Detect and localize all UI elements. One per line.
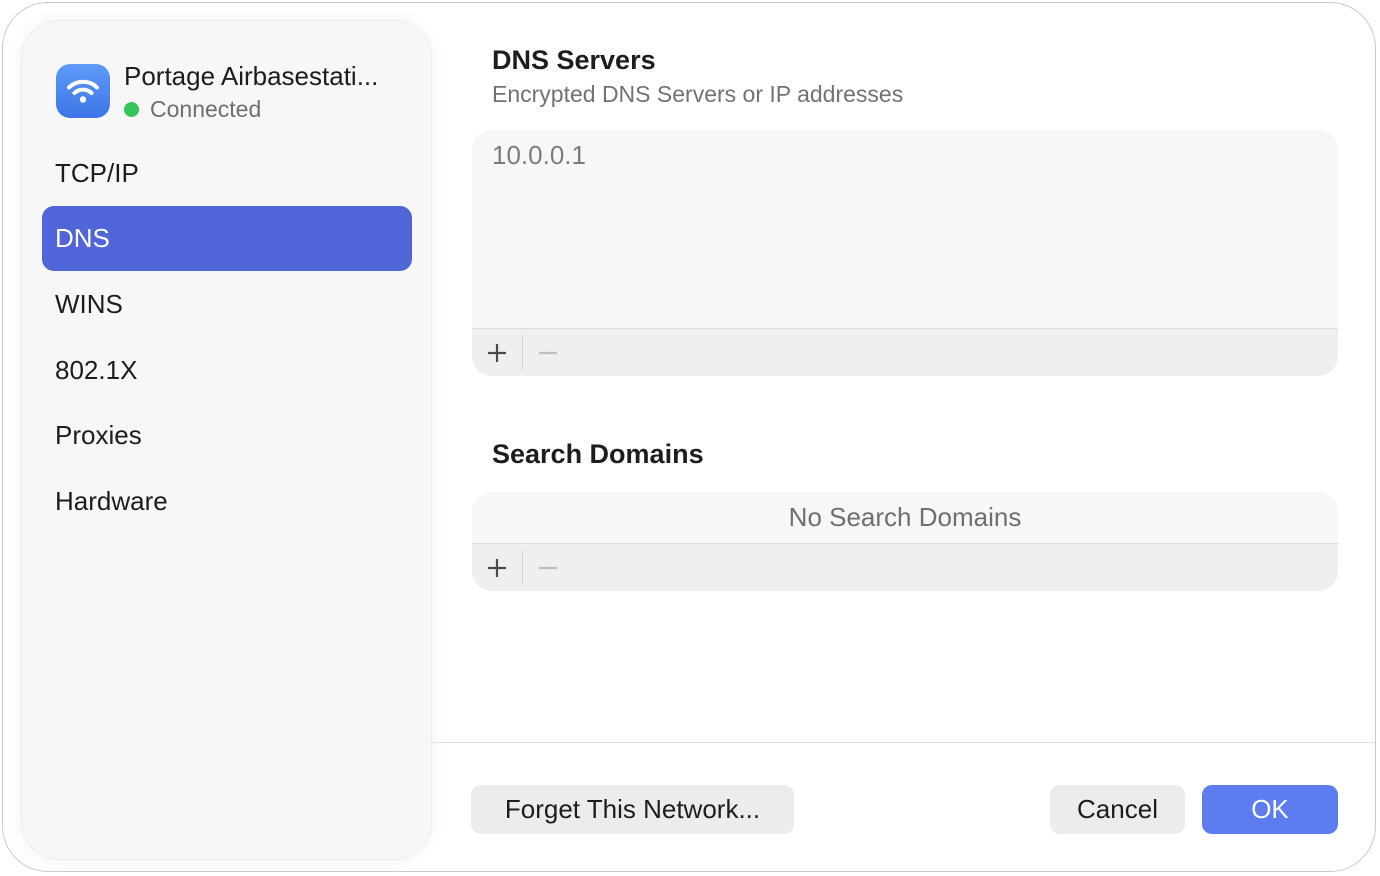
dns-settings-panel: DNS Servers Encrypted DNS Servers or IP …	[3, 3, 1375, 871]
remove-search-domain-button[interactable]	[523, 544, 573, 591]
dns-servers-title: DNS Servers	[492, 45, 656, 75]
dns-servers-list: 10.0.0.1	[472, 130, 1338, 376]
plus-icon	[488, 558, 506, 577]
ok-button[interactable]: OK	[1202, 785, 1338, 834]
dns-servers-subtitle: Encrypted DNS Servers or IP addresses	[492, 81, 904, 107]
minus-icon	[539, 351, 557, 354]
search-domains-toolbar	[472, 543, 1338, 591]
forget-network-button[interactable]: Forget This Network...	[471, 785, 794, 834]
remove-dns-server-button[interactable]	[523, 329, 573, 376]
add-search-domain-button[interactable]	[472, 544, 522, 591]
cancel-button[interactable]: Cancel	[1050, 785, 1185, 834]
dns-servers-toolbar	[472, 328, 1338, 376]
dns-servers-list-body[interactable]: 10.0.0.1	[472, 130, 1338, 327]
network-details-window: Portage Airbasestati... Connected TCP/IP…	[2, 2, 1376, 872]
footer-divider	[431, 742, 1375, 743]
dns-server-entry[interactable]: 10.0.0.1	[492, 140, 586, 171]
plus-icon	[488, 343, 506, 362]
search-domains-placeholder: No Search Domains	[788, 502, 1022, 532]
search-domains-list-body[interactable]: No Search Domains	[472, 492, 1338, 543]
minus-icon	[539, 566, 557, 569]
search-domains-title: Search Domains	[492, 439, 704, 469]
add-dns-server-button[interactable]	[472, 329, 522, 376]
search-domains-list: No Search Domains	[472, 492, 1338, 591]
